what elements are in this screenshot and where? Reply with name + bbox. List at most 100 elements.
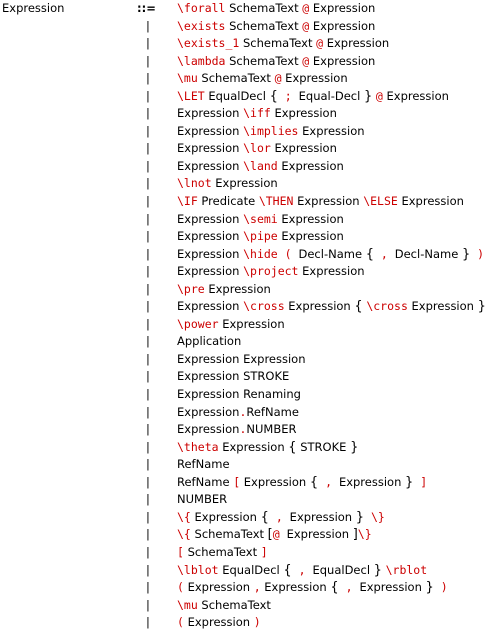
text-token: Expression <box>289 509 356 524</box>
text-token: } <box>477 299 486 315</box>
keyword-token: \cross <box>243 299 285 314</box>
alternative-text: \IF Predicate \THEN Expression \ELSE Exp… <box>177 193 464 211</box>
grammar-alternative: | \mu SchemaText <box>146 597 498 615</box>
alternative-text: \{ Expression { , Expression } \} <box>177 509 385 527</box>
text-token: Expression <box>177 422 240 437</box>
keyword-token: \pipe <box>243 229 278 244</box>
keyword-token: ( <box>177 615 184 630</box>
text-token: Expression Renaming <box>177 387 301 402</box>
alternative-bar: | <box>146 18 150 33</box>
keyword-token: ; <box>277 88 299 103</box>
keyword-token: \power <box>177 316 219 331</box>
alternative-bar: | <box>146 229 150 244</box>
keyword-token: \ELSE <box>363 194 398 209</box>
keyword-token: @ <box>375 88 383 103</box>
alternative-bar: | <box>146 369 150 384</box>
text-token: Expression <box>382 88 449 103</box>
text-token: Expression <box>309 18 376 33</box>
grammar-alternative: | RefName [ Expression { , Expression } ] <box>146 474 498 492</box>
text-token: EqualDecl <box>204 88 270 103</box>
keyword-token: \} <box>364 509 385 524</box>
grammar-alternative: | ( Expression , Expression { , Expressio… <box>146 579 498 597</box>
keyword-token: \lambda <box>177 53 226 68</box>
alternative-bar: | <box>146 141 150 156</box>
keyword-token: \semi <box>243 211 278 226</box>
text-token: Expression <box>309 1 376 15</box>
text-token: { <box>288 439 297 455</box>
grammar-alternative: | Expression \land Expression <box>146 158 498 176</box>
keyword-token: , <box>268 509 290 524</box>
alternative-text: \lblot EqualDecl { , EqualDecl } \rblot <box>177 562 427 580</box>
text-token: Expression STROKE <box>177 369 290 384</box>
alternative-text: Expression Expression <box>177 351 306 369</box>
text-token: STROKE <box>296 439 351 454</box>
grammar-alternative: | \lblot EqualDecl { , EqualDecl } \rblot <box>146 562 498 580</box>
alternative-text: Expression \iff Expression <box>177 105 337 123</box>
text-token: Expression <box>293 194 364 209</box>
keyword-token: , <box>338 580 360 595</box>
grammar-alternative: | \power Expression <box>146 316 498 334</box>
text-token: SchemaText <box>197 597 271 612</box>
text-token: { <box>283 562 292 578</box>
text-token: Expression <box>407 299 478 314</box>
text-token: { <box>330 580 339 596</box>
alternative-text: Expression \semi Expression <box>177 211 344 229</box>
grammar-alternative: | Expression.NUMBER <box>146 421 498 439</box>
keyword-token: \lor <box>243 141 271 156</box>
alternative-bar: | <box>146 194 150 209</box>
grammar-alternative: | \theta Expression { STROKE } <box>146 439 498 457</box>
text-token: Expression <box>177 264 244 279</box>
keyword-token: \mu <box>177 71 198 86</box>
text-token: { <box>269 88 278 104</box>
alternative-text: Application <box>177 333 241 351</box>
text-token: Expression <box>309 53 376 68</box>
keyword-token: \pre <box>177 281 205 296</box>
alternative-bar: | <box>146 439 150 454</box>
grammar-alternative: | Expression \project Expression <box>146 263 498 281</box>
text-token: Expression <box>277 158 344 173</box>
keyword-token: ] <box>260 544 268 559</box>
alternative-bar: | <box>146 53 150 68</box>
text-token: } <box>355 509 365 525</box>
text-token: { <box>365 246 374 262</box>
alternative-bar: | <box>146 299 150 314</box>
text-token: Expression <box>177 211 244 226</box>
alternative-bar: | <box>146 88 150 103</box>
text-token: RefName <box>246 404 299 419</box>
keyword-token: \rblot <box>385 562 428 577</box>
text-token: Expression <box>177 123 244 138</box>
keyword-token: , <box>253 580 261 595</box>
grammar-alternative: | Expression.RefName <box>146 404 498 422</box>
text-token: Expression <box>270 141 337 156</box>
alternative-bar: | <box>146 246 150 261</box>
grammar-alternative: | \mu SchemaText @ Expression <box>146 70 498 88</box>
text-token: Expression <box>218 439 289 454</box>
alternative-bar: | <box>146 211 150 226</box>
alternative-text: ( Expression ) <box>177 614 261 632</box>
text-token: Expression <box>177 141 244 156</box>
text-token: Expression <box>270 106 337 121</box>
alternative-bar: | <box>146 544 150 559</box>
keyword-token: @ <box>274 71 282 86</box>
text-token: { <box>354 299 363 315</box>
grammar-alternative: | Expression \lor Expression <box>146 140 498 158</box>
grammar-alternative: | \{ Expression { , Expression } \} <box>146 509 498 527</box>
text-token: Expression <box>177 158 244 173</box>
alternative-text: \power Expression <box>177 316 285 334</box>
text-token: Expression <box>286 527 353 542</box>
alternative-bar: | <box>146 334 150 349</box>
keyword-token: \IF <box>177 194 198 209</box>
alternative-text: \LET EqualDecl { ; Equal-Decl } @ Expres… <box>177 88 449 106</box>
grammar-alternative: | \pre Expression <box>146 281 498 299</box>
keyword-token: \} <box>357 527 372 542</box>
text-token: Expression <box>211 176 278 191</box>
text-token: { <box>260 509 269 525</box>
alternative-bar: | <box>146 351 150 366</box>
alternative-text: \theta Expression { STROKE } <box>177 439 358 457</box>
text-token: EqualDecl <box>218 562 284 577</box>
keyword-token: , <box>373 246 395 261</box>
keyword-token: \land <box>243 158 278 173</box>
alternative-text: Expression.RefName <box>177 404 299 422</box>
text-token: NUMBER <box>177 492 228 507</box>
alternative-text: \forall SchemaText @ Expression <box>177 0 375 18</box>
